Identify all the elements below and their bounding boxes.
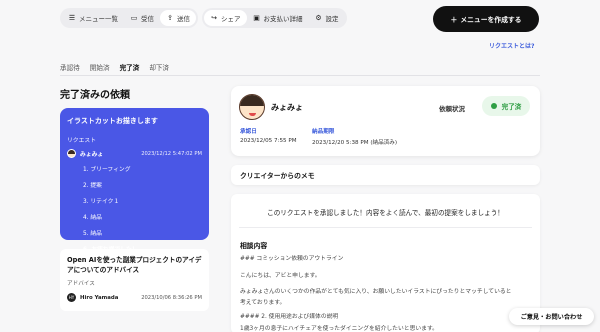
status-tabs: 承認待 開始済 完了済 却下済 <box>60 62 179 76</box>
request-card[interactable]: Open AIを使った副業プロジェクトのアイデアについてのアドバイス アドバイス… <box>60 249 209 311</box>
nav-share[interactable]: ↪ シェア <box>204 10 247 26</box>
step-item[interactable]: 3. リテイク１ <box>83 196 202 205</box>
body-line: みょみょさんのいくつかの作品がとても気に入り、お願いしたいイラストにぴったりとマ… <box>240 289 512 295</box>
tab-pending[interactable]: 承認待 <box>60 62 80 76</box>
feedback-button[interactable]: ご意見・お問い合わせ <box>509 308 594 325</box>
nav-payment[interactable]: ▣ お支払い詳細 <box>247 10 309 26</box>
nav-settings-label: 設定 <box>325 15 339 23</box>
creator-name: みょみょ <box>271 103 303 112</box>
nav-menu-list-label: メニュー一覧 <box>79 15 118 23</box>
request-card-type: アドバイス <box>67 281 95 288</box>
top-nav: ☰ メニュー一覧 ▭ 受信 ⇪ 送信 ↪ シェア ▣ お支払い詳細 ⚙ 設定 <box>60 8 351 28</box>
approved-date-label: 承認日 <box>240 129 257 135</box>
tabs-divider <box>60 75 540 76</box>
body-line: ### コミッション依頼のアウトライン <box>240 256 344 262</box>
status-dot-icon <box>490 103 497 109</box>
share-icon: ↪ <box>211 14 217 22</box>
list-icon: ☰ <box>68 14 76 22</box>
nav-payment-label: お支払い詳細 <box>263 15 303 23</box>
nav-menu-list[interactable]: ☰ メニュー一覧 <box>62 10 124 26</box>
tab-rejected[interactable]: 却下済 <box>149 62 169 76</box>
body-line: 考えております。 <box>240 300 286 306</box>
user-name: みょみょ <box>80 152 104 158</box>
status-badge: 完了済 <box>482 96 530 116</box>
nav-inbox-label: 受信 <box>141 15 154 23</box>
nav-inbox[interactable]: ▭ 受信 <box>124 10 160 26</box>
request-card-user: HY Hiro Yamada 2023/10/06 8:36:26 PM <box>67 293 202 303</box>
step-item[interactable]: 5. 納品 <box>83 228 202 237</box>
section-title: 完了済みの依頼 <box>60 90 130 101</box>
status-text: 完了済 <box>501 103 522 111</box>
request-body: このリクエストを承認しました！内容をよく読んで、最初の提案をしましょう！ 相談内… <box>231 194 540 332</box>
approval-message: このリクエストを承認しました！内容をよく読んで、最初の提案をしましょう！ <box>267 209 504 217</box>
request-detail-header: みょみょ 依頼状況 完了済 承認日 2023/12/05 7:55 PM 納品期… <box>231 86 540 156</box>
step-list: 1. ブリーフィング 2. 提案 3. リテイク１ 4. 納品 5. 納品 6.… <box>67 164 202 253</box>
request-card-type: リクエスト <box>67 138 96 144</box>
creator-avatar <box>239 94 265 120</box>
nav-sent-label: 送信 <box>177 15 190 23</box>
nav-share-label: シェア <box>221 15 241 23</box>
step-item[interactable]: 2. 提案 <box>83 180 202 189</box>
body-line: 1歳3ヶ月の息子にハイチェアを使ったダイニングを紹介したいと思います。 <box>240 326 438 332</box>
request-date: 2023/12/12 5:47:02 PM <box>141 150 202 157</box>
due-date-value: 2023/12/20 5:38 PM (納品済み) <box>312 140 398 146</box>
tab-started[interactable]: 開始済 <box>90 62 110 76</box>
upload-icon: ⇪ <box>167 14 173 22</box>
nav-group-right: ↪ シェア ▣ お支払い詳細 ⚙ 設定 <box>202 8 347 28</box>
create-menu-button[interactable]: ＋ メニューを作成する <box>433 6 539 32</box>
approved-date-value: 2023/12/05 7:55 PM <box>240 138 297 144</box>
status-label: 依頼状況 <box>439 105 465 113</box>
avatar <box>67 149 76 158</box>
create-menu-label: メニューを作成する <box>460 16 522 24</box>
nav-settings[interactable]: ⚙ 設定 <box>309 10 345 26</box>
request-help-link[interactable]: リクエストとは? <box>489 41 534 50</box>
creator-memo-header[interactable]: クリエイターからのメモ <box>231 165 540 185</box>
avatar: HY <box>67 293 76 303</box>
body-line: こんにちは、アビと申します。 <box>240 273 321 279</box>
request-card-title: Open AIを使った副業プロジェクトのアイデアについてのアドバイス <box>67 256 202 274</box>
plus-icon: ＋ <box>450 16 458 24</box>
user-name: Hiro Yamada <box>80 294 119 301</box>
tab-completed[interactable]: 完了済 <box>119 62 140 76</box>
body-line: #### 2. 使用用途および媒体の説明 <box>240 314 339 320</box>
wallet-icon: ▣ <box>253 14 260 22</box>
nav-group-left: ☰ メニュー一覧 ▭ 受信 ⇪ 送信 <box>60 8 198 28</box>
consultation-heading: 相談内容 <box>240 242 268 250</box>
request-card-title: イラストカットお描きします <box>67 117 158 125</box>
due-date-label: 納品期限 <box>312 129 335 135</box>
step-item[interactable]: 4. 納品 <box>83 212 202 221</box>
divider <box>239 227 532 228</box>
request-date: 2023/10/06 8:36:26 PM <box>141 294 202 301</box>
request-card-active[interactable]: イラストカットお描きします リクエスト みょみょ 2023/12/12 5:47… <box>60 108 209 253</box>
gear-icon: ⚙ <box>315 14 322 22</box>
nav-sent[interactable]: ⇪ 送信 <box>160 10 196 26</box>
request-card-user: みょみょ 2023/12/12 5:47:02 PM <box>67 149 202 158</box>
step-item[interactable]: 1. ブリーフィング <box>83 164 202 173</box>
inbox-icon: ▭ <box>130 14 138 22</box>
